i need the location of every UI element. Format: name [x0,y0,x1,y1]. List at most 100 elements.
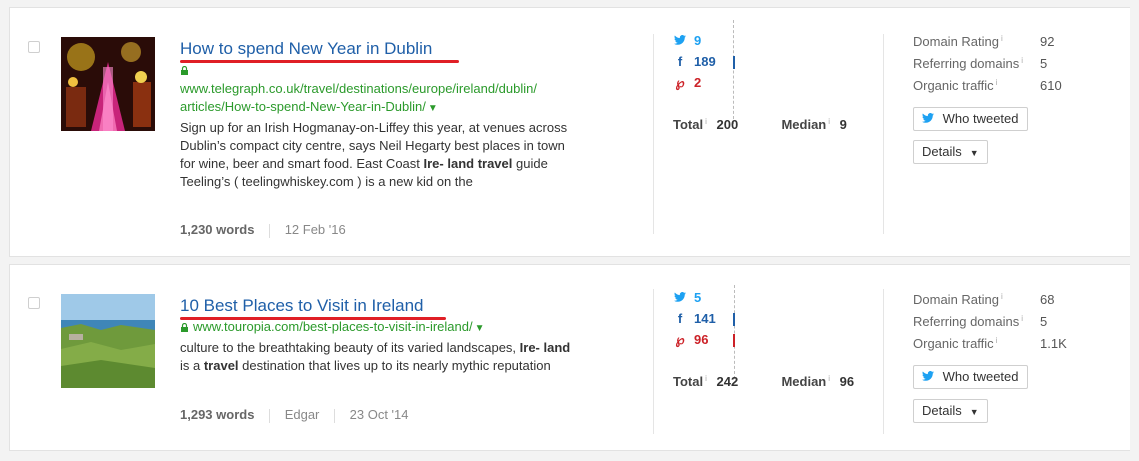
snippet-text: is a [180,358,204,373]
twitter-shares: 9 [673,32,701,50]
info-icon[interactable]: i [828,117,830,126]
organic-traffic-value: 1.1K [1040,336,1067,351]
column-divider [883,34,884,234]
twitter-bird-icon [673,32,687,50]
twitter-count: 9 [694,33,702,48]
median-value: 96 [839,374,855,389]
result-url-link[interactable]: www.touropia.com/best-places-to-visit-in… [193,318,485,338]
url-text-line-2: articles/How-to-spend-New-Year-in-Dublin… [180,99,426,114]
info-icon[interactable]: i [996,78,998,87]
publish-date: 23 Oct '14 [349,407,409,422]
total-label: Total [673,374,704,389]
twitter-count: 5 [694,290,702,305]
word-count: 1,293 words [180,407,255,422]
organic-traffic-label: Organic traffic i [913,78,998,93]
domain-rating-value: 68 [1040,292,1055,307]
domain-rating-value: 92 [1040,34,1055,49]
select-checkbox[interactable] [28,297,40,309]
total-value: 200 [716,117,739,132]
result-snippet: culture to the breathtaking beauty of it… [180,339,580,375]
totals-row: Total i 242 Median i 96 [673,374,854,389]
lock-icon [181,323,188,332]
twitter-bird-icon [922,369,938,384]
meta-separator [269,223,271,238]
details-label: Details [922,144,962,159]
total-value: 242 [716,374,739,389]
result-url-link[interactable]: www.telegraph.co.uk/travel/destinations/… [180,80,580,118]
title-underline-annotation [180,60,459,63]
snippet-text: destination that lives up to its nearly … [238,358,551,373]
info-icon[interactable]: i [1021,314,1023,323]
column-divider [883,289,884,434]
who-tweeted-button[interactable]: Who tweeted [913,365,1028,389]
median-marker-line [734,285,735,379]
referring-domains-value: 5 [1040,314,1048,329]
snippet-keyword: Ire- land travel [423,156,513,171]
organic-traffic-label: Organic traffic i [913,336,998,351]
meta-separator [269,408,271,423]
thumbnail-image[interactable] [61,294,155,388]
publish-date: 12 Feb '16 [284,222,346,237]
word-count: 1,230 words [180,222,255,237]
referring-domains-label: Referring domains i [913,56,1023,71]
twitter-bird-icon [922,111,938,126]
snippet-keyword: travel [203,358,239,373]
facebook-bar [733,56,735,69]
details-label: Details [922,403,962,418]
snippet-text: culture to the breathtaking beauty of it… [180,340,520,355]
facebook-f-icon: f [677,54,683,69]
result-title-link[interactable]: 10 Best Places to Visit in Ireland [180,296,424,316]
info-icon[interactable]: i [996,336,998,345]
median-marker-line [733,20,734,124]
result-meta: 1,230 words 12 Feb '16 [180,222,346,238]
pinterest-p-icon: ℘ [675,332,685,347]
caret-down-icon: ▼ [969,407,979,417]
info-icon[interactable]: i [1001,34,1003,43]
result-meta: 1,293 words Edgar 23 Oct '14 [180,407,409,423]
info-icon[interactable]: i [705,117,707,126]
result-card: How to spend New Year in Dublin www.tele… [9,7,1130,257]
select-checkbox[interactable] [28,41,40,53]
result-title-link[interactable]: How to spend New Year in Dublin [180,39,432,59]
details-dropdown-button[interactable]: Details ▼ [913,140,988,164]
column-divider [653,289,654,434]
facebook-shares: f 141 [673,310,716,328]
author-name: Edgar [284,407,320,422]
referring-domains-value: 5 [1040,56,1048,71]
card-border [9,8,10,256]
info-icon[interactable]: i [1001,292,1003,301]
referring-domains-label: Referring domains i [913,314,1023,329]
who-tweeted-label: Who tweeted [942,111,1019,126]
total-label: Total [673,117,704,132]
pinterest-p-icon: ℘ [675,75,685,90]
facebook-count: 141 [694,311,716,326]
caret-down-icon[interactable]: ▼ [428,103,438,114]
thumbnail-image[interactable] [61,37,155,131]
info-icon[interactable]: i [828,374,830,383]
who-tweeted-label: Who tweeted [942,369,1019,384]
result-snippet: Sign up for an Irish Hogmanay-on-Liffey … [180,119,580,191]
median-value: 9 [839,117,847,132]
info-icon[interactable]: i [1021,56,1023,65]
caret-down-icon: ▼ [969,148,979,158]
pinterest-shares: ℘ 96 [673,331,708,349]
info-icon[interactable]: i [705,374,707,383]
median-label: Median [781,374,827,389]
pinterest-count: 2 [694,75,702,90]
snippet-keyword: Ire- land [519,340,571,355]
pinterest-bar [733,334,735,347]
totals-row: Total i 200 Median i 9 [673,117,847,132]
details-dropdown-button[interactable]: Details ▼ [913,399,988,423]
facebook-f-icon: f [677,311,683,326]
caret-down-icon[interactable]: ▼ [475,323,485,334]
who-tweeted-button[interactable]: Who tweeted [913,107,1028,131]
domain-rating-label: Domain Rating i [913,34,1003,49]
lock-icon [181,66,188,75]
meta-separator [334,408,336,423]
column-divider [653,34,654,234]
url-text-line-1: www.telegraph.co.uk/travel/destinations/… [180,81,537,96]
facebook-shares: f 189 [673,53,716,71]
result-card: 10 Best Places to Visit in Ireland www.t… [9,264,1130,451]
pinterest-shares: ℘ 2 [673,74,701,92]
domain-rating-label: Domain Rating i [913,292,1003,307]
